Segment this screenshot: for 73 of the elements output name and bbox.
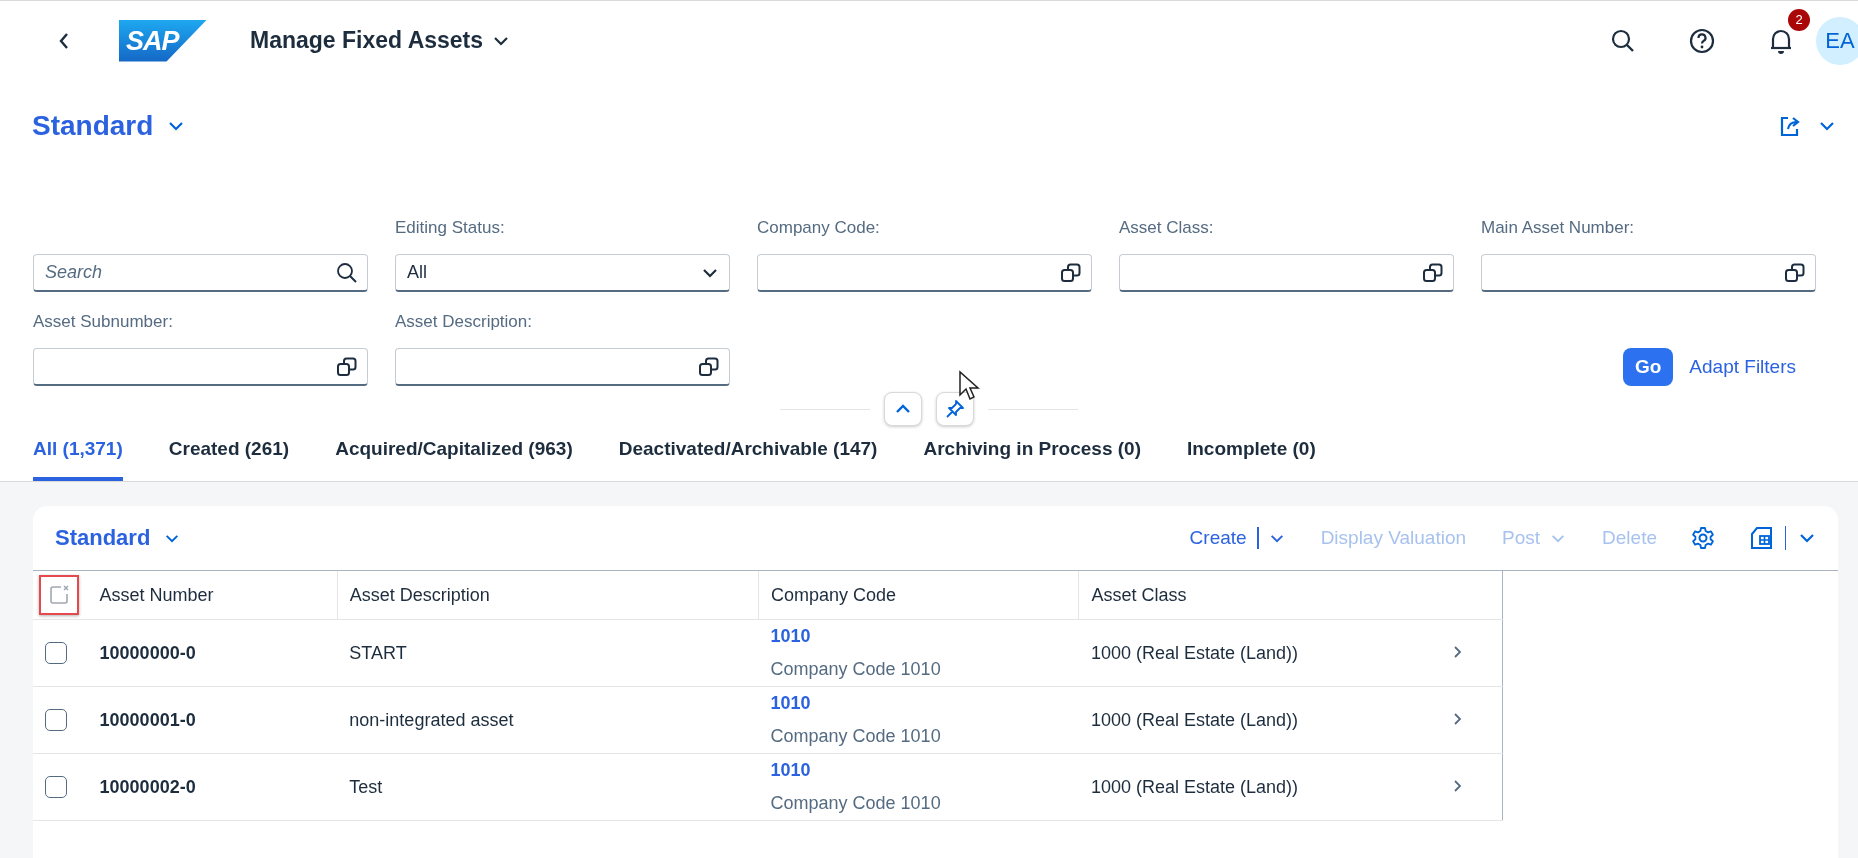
- sap-logo[interactable]: SAP: [119, 19, 207, 62]
- filter-label: Asset Class:: [1119, 218, 1215, 239]
- column-header[interactable]: Company Code: [758, 571, 1079, 620]
- table-cell-text: Company Code 1010: [770, 793, 942, 814]
- chevron-right-icon[interactable]: [1452, 778, 1463, 793]
- help-icon[interactable]: [1688, 26, 1716, 55]
- pin-header-button[interactable]: [936, 392, 974, 426]
- chevron-right-icon[interactable]: [1452, 711, 1463, 726]
- chevron-down-icon: [167, 120, 186, 132]
- user-avatar[interactable]: EA: [1816, 16, 1858, 65]
- input-field[interactable]: [1481, 254, 1816, 292]
- table-cell: Test: [349, 776, 383, 797]
- input-field[interactable]: [757, 254, 1092, 292]
- collapse-header-button[interactable]: [884, 392, 922, 426]
- filter-label: Editing Status:: [395, 218, 506, 239]
- search-field[interactable]: Search: [33, 254, 368, 292]
- chevron-down-icon: [1550, 532, 1567, 544]
- table-cell: 1000 (Real Estate (Land)): [1090, 709, 1298, 730]
- tab[interactable]: Acquired/Capitalized (963): [335, 428, 573, 481]
- search-icon[interactable]: [336, 262, 358, 284]
- create-split-button[interactable]: Create: [1189, 527, 1285, 549]
- input-field[interactable]: [395, 348, 730, 386]
- mouse-cursor-icon: [958, 370, 980, 402]
- table-cell: START: [349, 642, 407, 663]
- settings-icon[interactable]: [1691, 526, 1715, 550]
- value-help-icon[interactable]: [1422, 262, 1444, 284]
- column-header[interactable]: Asset Description: [337, 571, 759, 620]
- value-help-icon[interactable]: [1060, 262, 1082, 284]
- chevron-down-icon: [493, 35, 510, 46]
- variant-selector[interactable]: Standard: [32, 110, 186, 142]
- row-checkbox[interactable]: [45, 709, 67, 731]
- input-field[interactable]: [33, 348, 368, 386]
- notification-badge: 2: [1788, 8, 1810, 31]
- table-cell: non-integrated asset: [349, 709, 514, 730]
- chevron-down-icon[interactable]: [701, 266, 719, 279]
- chevron-down-icon: [164, 532, 181, 544]
- row-checkbox[interactable]: [45, 642, 67, 664]
- tab[interactable]: Archiving in Process (0): [923, 428, 1141, 481]
- table-variant-selector[interactable]: Standard: [55, 525, 181, 551]
- table-cell: 10000000-0: [99, 642, 196, 663]
- table-cell: 1000 (Real Estate (Land)): [1090, 642, 1298, 663]
- chevron-down-icon: [1268, 532, 1285, 544]
- pin-icon: [945, 399, 965, 419]
- search-icon[interactable]: [1610, 27, 1636, 54]
- value-help-icon[interactable]: [1784, 262, 1806, 284]
- company-code-link[interactable]: 1010: [770, 693, 1067, 714]
- company-code-link[interactable]: 1010: [770, 626, 1067, 647]
- table-cell-text: Company Code 1010: [770, 726, 942, 747]
- table-cell-text: Company Code 1010: [770, 659, 942, 680]
- tab[interactable]: Deactivated/Archivable (147): [618, 428, 878, 481]
- filter-label: Main Asset Number:: [1481, 218, 1636, 239]
- column-header[interactable]: Asset Class: [1078, 571, 1441, 620]
- tab[interactable]: Incomplete (0): [1186, 428, 1316, 481]
- filter-label: Asset Description:: [395, 312, 533, 333]
- app-title-menu[interactable]: Manage Fixed Assets: [250, 27, 510, 54]
- adapt-filters-link[interactable]: Adapt Filters: [1689, 356, 1796, 378]
- filter-label: Asset Subnumber:: [33, 312, 174, 333]
- row-checkbox[interactable]: [45, 776, 67, 798]
- value-help-icon[interactable]: [698, 356, 720, 378]
- chevron-right-icon[interactable]: [1452, 644, 1463, 659]
- go-button[interactable]: Go: [1622, 348, 1674, 386]
- export-spreadsheet-icon[interactable]: [1749, 525, 1775, 551]
- chevron-up-icon: [895, 403, 911, 415]
- value-help-icon[interactable]: [336, 356, 358, 378]
- tab[interactable]: Created (261): [168, 428, 290, 481]
- table-cell: 1000 (Real Estate (Land)): [1090, 776, 1298, 797]
- filter-label: Company Code:: [757, 218, 881, 239]
- input-field[interactable]: [1119, 254, 1454, 292]
- table-cell: 10000002-0: [99, 776, 196, 797]
- table-cell: 10000001-0: [99, 709, 196, 730]
- dropdown-field[interactable]: All: [395, 254, 730, 292]
- company-code-link[interactable]: 1010: [770, 760, 1067, 781]
- column-header[interactable]: Asset Number: [87, 571, 338, 620]
